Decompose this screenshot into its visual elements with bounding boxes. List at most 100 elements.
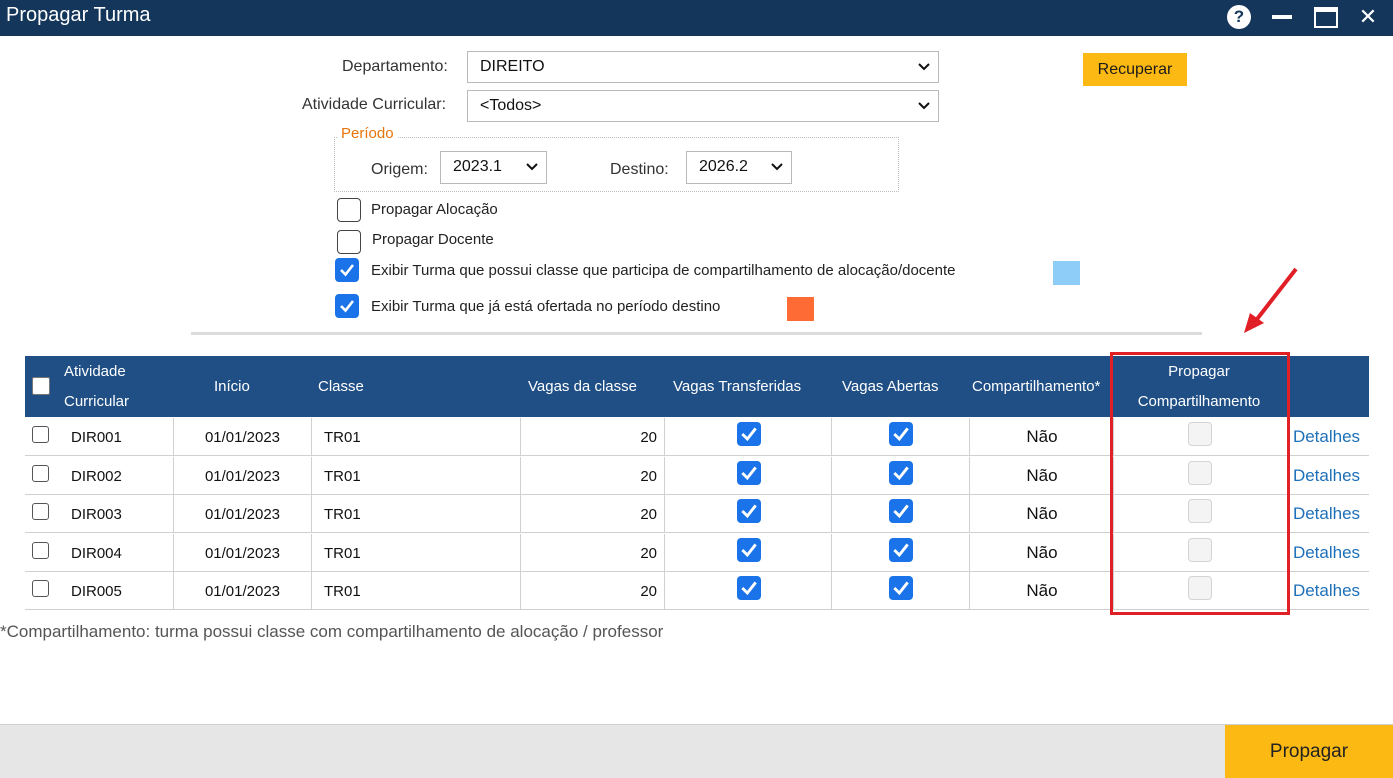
cell-detalhes: Detalhes [1284,534,1369,572]
propagar-alocacao-checkbox[interactable] [337,198,361,222]
detalhes-link[interactable]: Detalhes [1293,466,1360,486]
ofertada-color-swatch [787,297,814,321]
cell-vagas: 20 [520,495,665,533]
cell-detalhes: Detalhes [1284,457,1369,495]
cell-classe: TR01 [311,457,521,495]
propagar-button[interactable]: Propagar [1225,725,1393,778]
title-bar: Propagar Turma [0,0,1393,36]
checkmark-icon [740,466,757,481]
cell-compartilhamento: Não [969,534,1114,572]
footer-bar [0,724,1393,778]
cell-vagas-abertas [831,457,970,495]
vagas-abertas-checkbox[interactable] [889,576,913,600]
close-button[interactable]: ✕ [1355,3,1381,31]
cell-vagas: 20 [520,572,665,610]
detalhes-link[interactable]: Detalhes [1293,427,1360,447]
destino-select[interactable]: 2026.2 [686,151,792,184]
exibir-compartilhamento-checkbox[interactable] [335,258,359,282]
checkmark-icon [893,543,909,558]
window-title: Propagar Turma [6,4,151,26]
checkmark-icon [340,300,355,313]
destino-value: 2026.2 [699,158,748,175]
vagas-transferidas-checkbox[interactable] [736,461,761,485]
chevron-down-icon [918,102,930,110]
divider [191,332,1202,335]
red-arrow-icon [1244,267,1298,333]
cell-inicio: 01/01/2023 [173,495,311,533]
cell-vagas: 20 [520,457,665,495]
atividade-curricular-value: <Todos> [480,97,542,114]
checkmark-icon [740,504,757,519]
maximize-button[interactable] [1312,3,1340,31]
cell-detalhes: Detalhes [1284,495,1369,533]
vagas-transferidas-checkbox[interactable] [736,576,761,600]
cell-vagas: 20 [520,418,665,456]
checkmark-icon [893,504,909,519]
checkmark-icon [893,581,909,596]
cell-vagas-abertas [831,418,970,456]
checkmark-icon [740,543,757,558]
cell-detalhes: Detalhes [1284,418,1369,456]
select-all-checkbox[interactable] [32,377,50,395]
checkmark-icon [893,466,909,481]
propagar-alocacao-label: Propagar Alocação [371,201,498,218]
close-icon: ✕ [1358,4,1378,29]
vagas-abertas-checkbox[interactable] [889,422,913,446]
header-vagas-classe: Vagas da classe [528,378,637,395]
cell-atividade: DIR003 [71,505,122,523]
vagas-transferidas-checkbox[interactable] [736,538,761,562]
departamento-select[interactable]: DIREITO [467,51,939,83]
detalhes-link[interactable]: Detalhes [1293,543,1360,563]
cell-detalhes: Detalhes [1284,572,1369,610]
cell-classe: TR01 [311,495,521,533]
help-button[interactable]: ? [1226,3,1252,31]
origem-label: Origem: [371,161,428,178]
help-icon: ? [1227,5,1251,29]
vagas-abertas-checkbox[interactable] [889,499,913,523]
cell-inicio: 01/01/2023 [173,534,311,572]
cell-vagas-transferidas [664,572,832,610]
cell-compartilhamento: Não [969,495,1114,533]
origem-value: 2023.1 [453,158,502,175]
vagas-abertas-checkbox[interactable] [889,538,913,562]
propagar-docente-checkbox[interactable] [337,230,361,254]
cell-vagas-abertas [831,572,970,610]
chevron-down-icon [771,163,783,171]
header-compartilhamento: Compartilhamento* [972,378,1101,395]
minimize-button[interactable] [1270,3,1294,31]
checkmark-icon [740,427,757,442]
cell-vagas-transferidas [664,495,832,533]
header-vagas-abertas: Vagas Abertas [842,378,939,395]
atividade-curricular-label: Atividade Curricular: [302,96,447,113]
cell-compartilhamento: Não [969,457,1114,495]
header-vagas-transferidas: Vagas Transferidas [673,378,802,395]
cell-inicio: 01/01/2023 [173,572,311,610]
cell-vagas: 20 [520,534,665,572]
cell-compartilhamento: Não [969,418,1114,456]
cell-classe: TR01 [311,534,521,572]
recuperar-button[interactable]: Recuperar [1083,53,1187,86]
vagas-transferidas-checkbox[interactable] [736,422,761,446]
checkmark-icon [893,427,909,442]
chevron-down-icon [918,63,930,71]
cell-classe: TR01 [311,572,521,610]
propagar-docente-label: Propagar Docente [372,231,494,248]
compartilhamento-color-swatch [1053,261,1080,285]
exibir-ofertada-checkbox[interactable] [335,294,359,318]
cell-atividade: DIR002 [71,467,122,485]
cell-atividade: DIR005 [71,582,122,600]
atividade-curricular-select[interactable]: <Todos> [467,90,939,122]
header-classe: Classe [318,378,364,395]
destino-label: Destino: [610,161,669,178]
origem-select[interactable]: 2023.1 [440,151,547,184]
vagas-transferidas-checkbox[interactable] [736,499,761,523]
header-atividade: Atividade [64,363,126,380]
vagas-abertas-checkbox[interactable] [889,461,913,485]
detalhes-link[interactable]: Detalhes [1293,504,1360,524]
header-curricular: Curricular [64,393,130,410]
departamento-value: DIREITO [480,58,545,75]
detalhes-link[interactable]: Detalhes [1293,581,1360,601]
cell-compartilhamento: Não [969,572,1114,610]
minimize-icon [1272,15,1292,19]
cell-vagas-transferidas [664,534,832,572]
